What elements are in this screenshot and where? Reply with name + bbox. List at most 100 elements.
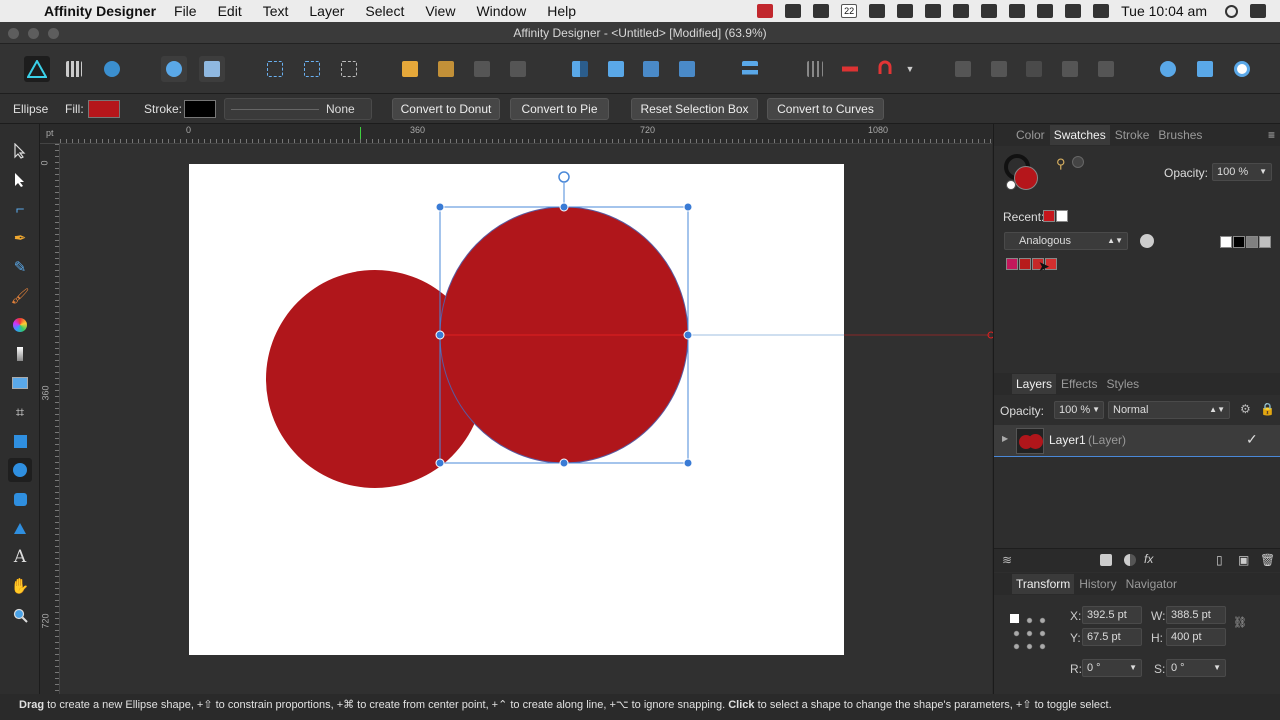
bluetooth-icon[interactable] — [1009, 4, 1026, 18]
menu-edit[interactable]: Edit — [218, 3, 242, 19]
hand-tool-icon[interactable]: ✋ — [8, 574, 32, 598]
transparency-tool-icon[interactable] — [8, 342, 32, 366]
volume-icon[interactable] — [1093, 4, 1110, 18]
recent-swatch[interactable] — [1056, 210, 1068, 222]
tab-history[interactable]: History — [1079, 577, 1116, 591]
flip-vertical-icon[interactable] — [603, 56, 629, 82]
vertical-ruler[interactable]: 0 360 720 — [40, 144, 60, 694]
lock-aspect-icon[interactable]: ⛓ — [1233, 616, 1247, 629]
artboard[interactable] — [189, 164, 844, 655]
blend-mode-selector[interactable]: Normal ▲▼ — [1108, 401, 1230, 419]
palette-selector[interactable]: Analogous ▲▼ — [1004, 232, 1128, 250]
tab-stroke[interactable]: Stroke — [1115, 128, 1150, 142]
tab-effects[interactable]: Effects — [1061, 377, 1097, 391]
spotlight-search-icon[interactable] — [1225, 4, 1238, 18]
ellipse-tool-icon[interactable] — [8, 458, 32, 482]
fill-color-swatch[interactable] — [88, 100, 120, 118]
geometry-divide-icon[interactable] — [1093, 56, 1119, 82]
tab-color[interactable]: Color — [1016, 128, 1045, 142]
layer-row[interactable]: ▶ Layer1 (Layer) ✓ — [994, 425, 1280, 457]
wifi-icon[interactable] — [1037, 4, 1054, 18]
lock-icon[interactable]: 🔒 — [1260, 402, 1275, 416]
none-swatch[interactable] — [1220, 236, 1232, 248]
bring-to-front-icon[interactable] — [469, 56, 495, 82]
reset-selection-box-button[interactable]: Reset Selection Box — [631, 98, 758, 120]
tab-brushes[interactable]: Brushes — [1158, 128, 1202, 142]
insert-behind-icon[interactable] — [1192, 56, 1218, 82]
layers-stack-icon[interactable]: ≋ — [1002, 553, 1012, 567]
stroke-color-swatch[interactable] — [184, 100, 216, 118]
app-tray-icon[interactable] — [757, 4, 774, 18]
layer-visibility-checkbox[interactable]: ✓ — [1246, 431, 1258, 448]
geometry-intersect-icon[interactable] — [1021, 56, 1047, 82]
pixel-persona-icon[interactable] — [61, 56, 87, 82]
notification-center-icon[interactable] — [1250, 4, 1266, 18]
app-menu[interactable]: Affinity Designer — [44, 3, 156, 19]
select-bounds-icon[interactable] — [299, 56, 325, 82]
snapping-grid-icon[interactable] — [802, 56, 828, 82]
crop-tool-icon[interactable]: ⌗ — [8, 400, 32, 424]
close-window-button[interactable] — [8, 28, 19, 39]
adjustment-icon[interactable] — [1124, 554, 1136, 566]
move-back-icon[interactable] — [397, 56, 423, 82]
grey-swatch[interactable] — [1246, 236, 1258, 248]
text-tool-icon[interactable]: A — [8, 545, 32, 569]
drive-icon[interactable] — [897, 4, 914, 18]
snapping-dropdown-icon[interactable]: ▼ — [902, 56, 918, 82]
w-field[interactable]: 388.5 pt — [1166, 606, 1226, 624]
shear-field[interactable]: 0 ° ▼ — [1166, 659, 1226, 677]
menu-layer[interactable]: Layer — [309, 3, 344, 19]
menu-view[interactable]: View — [425, 3, 455, 19]
activity-icon[interactable] — [925, 4, 942, 18]
move-tool-icon[interactable] — [8, 139, 32, 163]
group-layer-icon[interactable]: ▣ — [1238, 553, 1249, 567]
triangle-tool-icon[interactable] — [8, 516, 32, 540]
delete-layer-icon[interactable]: 🗑 — [1260, 553, 1275, 567]
none-color-icon[interactable] — [1006, 180, 1016, 190]
time-machine-icon[interactable] — [981, 4, 998, 18]
mask-icon[interactable] — [1100, 554, 1112, 566]
pen-tool-icon[interactable]: ✒ — [8, 226, 32, 250]
node-tool-icon[interactable] — [8, 168, 32, 192]
layer-settings-icon[interactable]: ⚙ — [1240, 402, 1251, 416]
dropbox-icon[interactable] — [785, 4, 802, 18]
menu-help[interactable]: Help — [547, 3, 576, 19]
pencil-tool-icon[interactable]: ✎ — [8, 255, 32, 279]
color-picker-icon[interactable]: ⚲ — [1056, 156, 1066, 172]
panel-menu-icon[interactable]: ≡ — [1268, 128, 1275, 142]
geometry-xor-icon[interactable] — [1057, 56, 1083, 82]
fill-color-well[interactable] — [1014, 166, 1038, 190]
palette-swatch[interactable] — [1019, 258, 1031, 270]
grey-swatch[interactable] — [1233, 236, 1245, 248]
select-objects-icon[interactable] — [336, 56, 362, 82]
minimize-window-button[interactable] — [28, 28, 39, 39]
snapping-options-icon[interactable] — [837, 56, 863, 82]
menubar-clock[interactable]: Tue 10:04 am — [1121, 3, 1207, 19]
tab-layers[interactable]: Layers — [1012, 374, 1057, 394]
geometry-subtract-icon[interactable] — [986, 56, 1012, 82]
palette-options-icon[interactable] — [1140, 234, 1154, 248]
insert-top-icon[interactable] — [1229, 56, 1255, 82]
corner-tool-icon[interactable]: ⌐ — [8, 197, 32, 221]
dollar-icon[interactable] — [869, 4, 886, 18]
h-field[interactable]: 400 pt — [1166, 628, 1226, 646]
layers-opacity-field[interactable]: 100 % ▼ — [1054, 401, 1104, 419]
grey-swatch[interactable] — [1259, 236, 1271, 248]
export-persona-icon[interactable] — [99, 56, 125, 82]
rotation-field[interactable]: 0 ° ▼ — [1082, 659, 1142, 677]
transform-selection-icon[interactable] — [262, 56, 288, 82]
insert-inside-icon[interactable] — [1155, 56, 1181, 82]
alignment-icon[interactable] — [737, 56, 763, 82]
menu-select[interactable]: Select — [365, 3, 404, 19]
rotate-left-icon[interactable] — [638, 56, 664, 82]
calendar-icon[interactable]: 22 — [841, 4, 858, 18]
swatch-opacity-field[interactable]: 100 % ▼ — [1212, 163, 1272, 181]
convert-to-curves-button[interactable]: Convert to Curves — [767, 98, 884, 120]
geometry-add-icon[interactable] — [950, 56, 976, 82]
vector-brush-tool-icon[interactable]: 🖌 — [8, 284, 32, 308]
designer-persona-icon[interactable] — [24, 56, 50, 82]
share-icon[interactable] — [161, 56, 187, 82]
rectangle-tool-icon[interactable] — [8, 429, 32, 453]
recent-swatch[interactable] — [1043, 210, 1055, 222]
move-forward-icon[interactable] — [433, 56, 459, 82]
